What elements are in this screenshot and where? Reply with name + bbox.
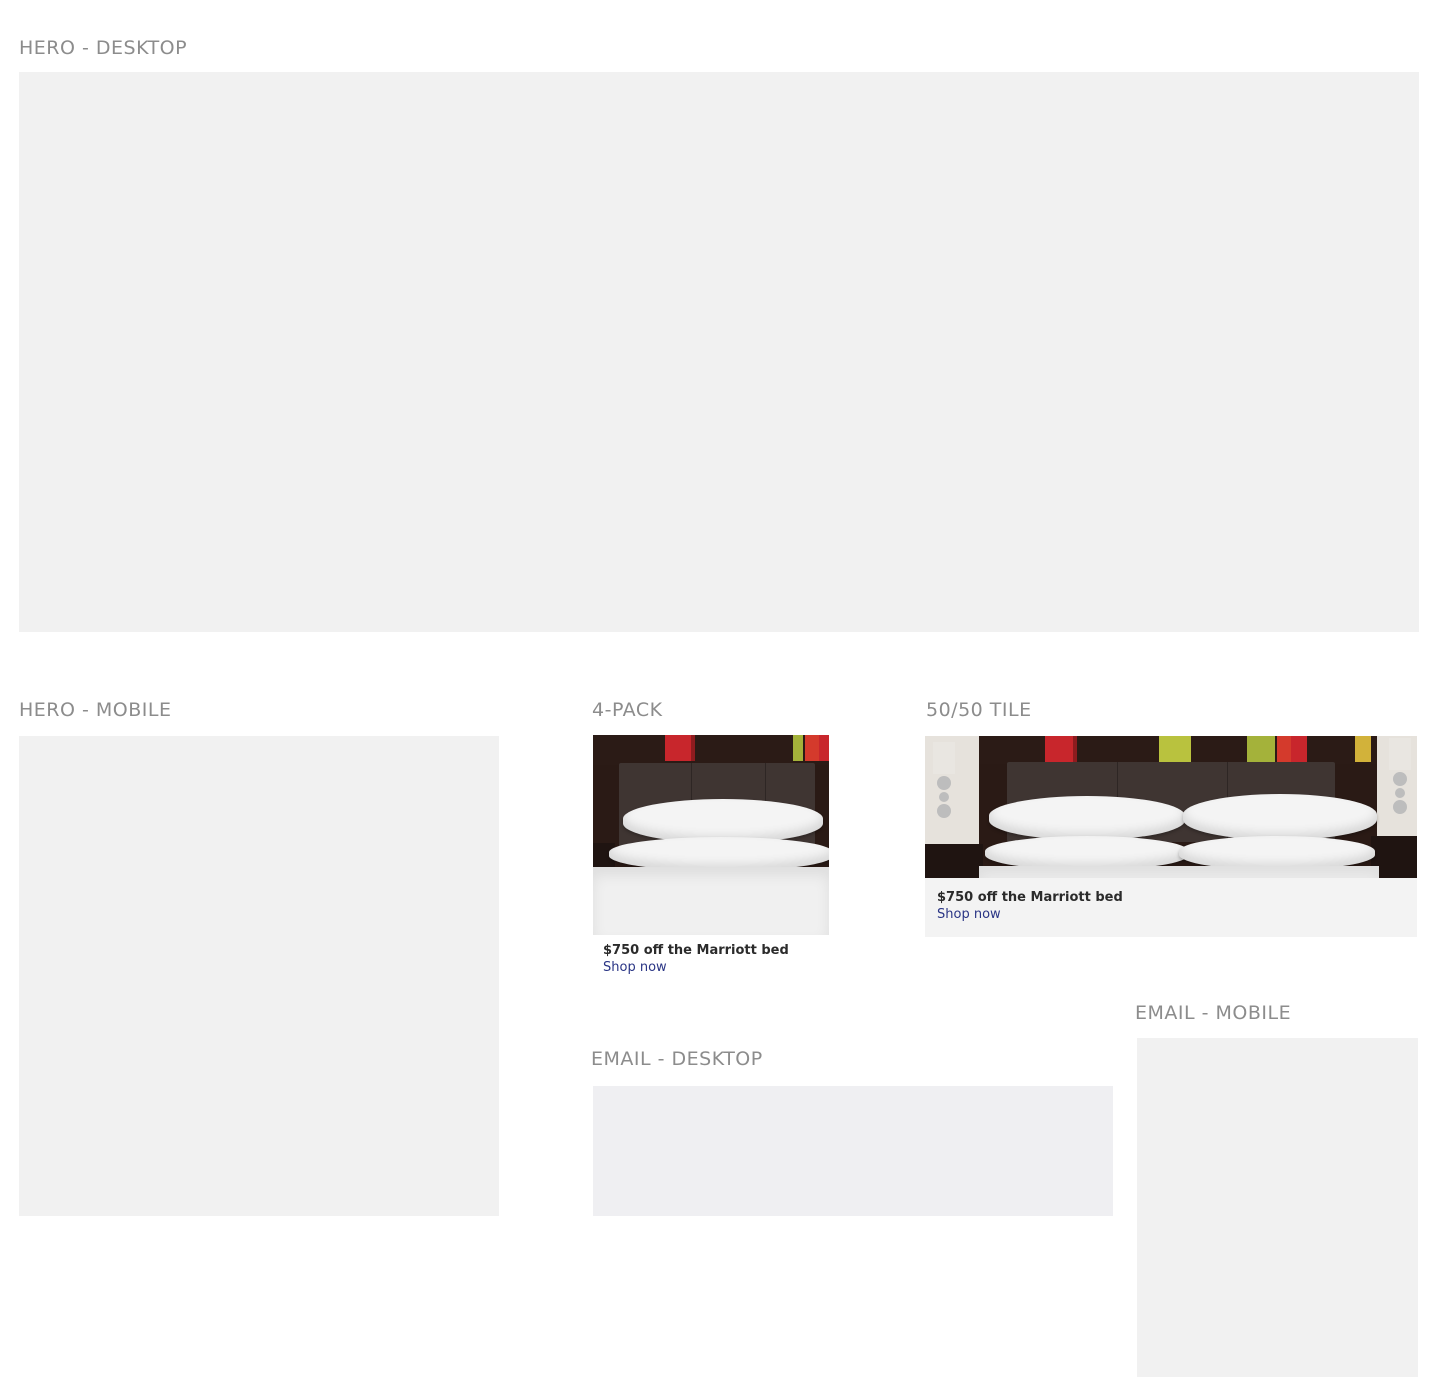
pillow [1179,836,1375,870]
hero-mobile-label: HERO - MOBILE [19,699,172,721]
four-pack-product-image[interactable] [593,735,829,935]
hero-desktop-label: HERO - DESKTOP [19,37,188,59]
email-mobile-label: EMAIL - MOBILE [1135,1002,1292,1024]
fifty-tile-product-image[interactable] [925,736,1417,878]
hero-mobile-placeholder [19,736,499,1216]
fifty-tile-label: 50/50 TILE [926,699,1032,721]
lamp [933,742,955,818]
four-pack-shop-now-link[interactable]: Shop now [603,959,667,976]
email-desktop-label: EMAIL - DESKTOP [591,1048,763,1070]
fifty-tile-shop-now-link[interactable]: Shop now [937,906,1001,923]
four-pack-caption-title: $750 off the Marriott bed [603,943,789,958]
pillow [985,836,1189,870]
lamp [1389,738,1411,814]
hero-desktop-placeholder [19,72,1419,632]
pillow [989,796,1185,840]
email-desktop-placeholder [593,1086,1113,1216]
four-pack-label: 4-PACK [592,699,663,721]
bed-sheet [979,866,1379,878]
fifty-tile-caption-title: $750 off the Marriott bed [937,890,1123,905]
email-mobile-placeholder [1137,1038,1418,1377]
pillow [1183,794,1377,840]
bed-sheet [593,867,829,935]
pillow [609,837,829,871]
